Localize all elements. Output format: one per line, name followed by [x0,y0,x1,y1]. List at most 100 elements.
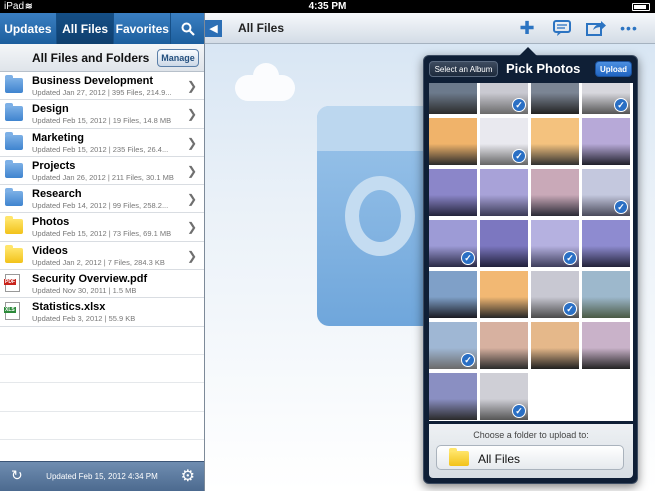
file-list: Business Development Updated Jan 27, 201… [0,72,204,440]
list-item[interactable]: PDF Security Overview.pdf Updated Nov 30… [0,270,204,299]
status-bar: iPad ≋ 4:35 PM [0,0,655,13]
item-meta: Updated Jan 27, 2012 | 395 Files, 214.9.… [32,88,172,97]
photo-thumbnail[interactable] [531,83,579,114]
select-album-button[interactable]: Select an Album [429,61,498,77]
checkmark-icon: ✓ [512,149,526,163]
gear-icon[interactable]: ⚙ [181,466,195,486]
photo-thumbnail[interactable]: ✓ [582,83,630,114]
item-meta: Updated Feb 15, 2012 | 73 Files, 69.1 MB [32,229,172,239]
sidebar-title: All Files and Folders [32,51,150,65]
tab-updates[interactable]: Updates [0,13,57,44]
destination-folder-button[interactable]: All Files [436,445,624,470]
photo-thumbnail[interactable] [480,169,528,216]
list-item[interactable]: XLS Statistics.xlsx Updated Feb 3, 2012 … [0,298,204,327]
checkmark-icon: ✓ [614,98,628,112]
comment-icon[interactable] [551,18,573,38]
item-name: Statistics.xlsx [32,301,106,314]
checkmark-icon: ✓ [512,404,526,418]
photo-thumbnail[interactable] [480,271,528,318]
list-item[interactable]: Projects Updated Jan 26, 2012 | 211 File… [0,157,204,186]
sidebar-header: All Files and Folders Manage [0,44,204,72]
checkmark-icon: ✓ [563,251,577,265]
page-title: All Files [238,21,285,35]
folder-icon [5,159,23,178]
list-item[interactable]: Design Updated Feb 15, 2012 | 19 Files, … [0,100,204,129]
photo-thumbnail[interactable]: ✓ [531,220,579,267]
share-icon[interactable] [585,18,607,38]
photo-thumbnail[interactable] [531,322,579,369]
photo-thumbnail[interactable] [429,83,477,114]
destination-folder-label: All Files [478,452,521,466]
item-meta: Updated Feb 14, 2012 | 99 Files, 258.2..… [32,201,169,211]
checkmark-icon: ✓ [614,200,628,214]
back-arrow-icon[interactable]: ◀ [205,20,222,37]
manage-button[interactable]: Manage [157,49,199,67]
add-icon[interactable]: ✚ [516,18,538,38]
chevron-right-icon: ❯ [186,163,197,178]
photo-thumbnail[interactable] [480,220,528,267]
photo-thumbnail[interactable] [429,169,477,216]
popover-arrow [519,47,537,56]
empty-row [0,355,204,384]
item-name: Photos [32,216,70,229]
folder-icon [5,103,23,122]
photo-thumbnail[interactable] [582,220,630,267]
item-meta: Updated Nov 30, 2011 | 1.5 MB [32,286,137,296]
empty-row [0,327,204,355]
list-item[interactable]: Photos Updated Feb 15, 2012 | 73 Files, … [0,213,204,242]
last-updated-label: Updated Feb 15, 2012 4:34 PM [46,472,158,481]
tab-favorites[interactable]: Favorites [114,13,172,44]
photo-thumbnail[interactable]: ✓ [480,83,528,114]
photo-thumbnail[interactable]: ✓ [429,322,477,369]
chevron-right-icon: ❯ [186,192,197,207]
item-meta: Updated Jan 26, 2012 | 211 Files, 30.1 M… [32,172,174,182]
item-name: Marketing [32,131,84,144]
item-name: Research [32,188,82,201]
popover-title: Pick Photos [506,61,581,76]
clock: 4:35 PM [308,1,347,12]
sidebar-footer: ↻ Updated Feb 15, 2012 4:34 PM ⚙ [0,461,204,491]
photo-thumbnail[interactable]: ✓ [480,118,528,165]
empty-row [0,383,204,412]
photo-thumbnail[interactable] [582,322,630,369]
photo-thumbnail[interactable]: ✓ [429,220,477,267]
more-icon[interactable]: ••• [618,18,640,38]
photo-thumbnail[interactable] [582,118,630,165]
folder-icon [5,75,23,93]
cloud-decoration [235,63,295,101]
photo-thumbnail[interactable] [429,118,477,165]
photo-thumbnail[interactable]: ✓ [480,373,528,420]
photo-thumbnail[interactable] [429,373,477,420]
folder-icon [5,188,23,207]
item-name: Business Development [32,75,154,87]
chevron-right-icon: ❯ [186,135,197,150]
popover-header: Select an Album Pick Photos Upload [424,56,637,83]
search-icon[interactable] [171,13,204,44]
checkmark-icon: ✓ [461,251,475,265]
folder-illustration [317,106,435,326]
item-name: Security Overview.pdf [32,273,148,286]
photo-thumbnail[interactable] [531,118,579,165]
chevron-right-icon: ❯ [186,248,197,263]
photo-thumbnail[interactable] [480,322,528,369]
upload-destination: Choose a folder to upload to: All Files [429,424,633,478]
tab-all-files[interactable]: All Files [56,13,115,44]
item-meta: Updated Feb 15, 2012 | 19 Files, 14.8 MB [32,116,172,126]
photo-thumbnail[interactable]: ✓ [531,271,579,318]
item-meta: Updated Jan 2, 2012 | 7 Files, 284.3 KB [32,257,165,267]
list-item[interactable]: Business Development Updated Jan 27, 201… [0,72,204,101]
list-item[interactable]: Videos Updated Jan 2, 2012 | 7 Files, 28… [0,242,204,271]
list-item[interactable]: Marketing Updated Feb 15, 2012 | 235 Fil… [0,129,204,157]
item-meta: Updated Feb 15, 2012 | 235 Files, 26.4..… [32,144,169,154]
folder-prompt: Choose a folder to upload to: [473,430,589,440]
item-name: Projects [32,159,76,172]
photo-thumbnail[interactable]: ✓ [582,169,630,216]
item-meta: Updated Feb 3, 2012 | 55.9 KB [32,314,136,324]
chevron-right-icon: ❯ [186,79,197,93]
checkmark-icon: ✓ [461,353,475,367]
photo-thumbnail[interactable] [582,271,630,318]
list-item[interactable]: Research Updated Feb 14, 2012 | 99 Files… [0,185,204,214]
photo-thumbnail[interactable] [531,169,579,216]
photo-thumbnail[interactable] [429,271,477,318]
upload-button[interactable]: Upload [595,61,632,77]
